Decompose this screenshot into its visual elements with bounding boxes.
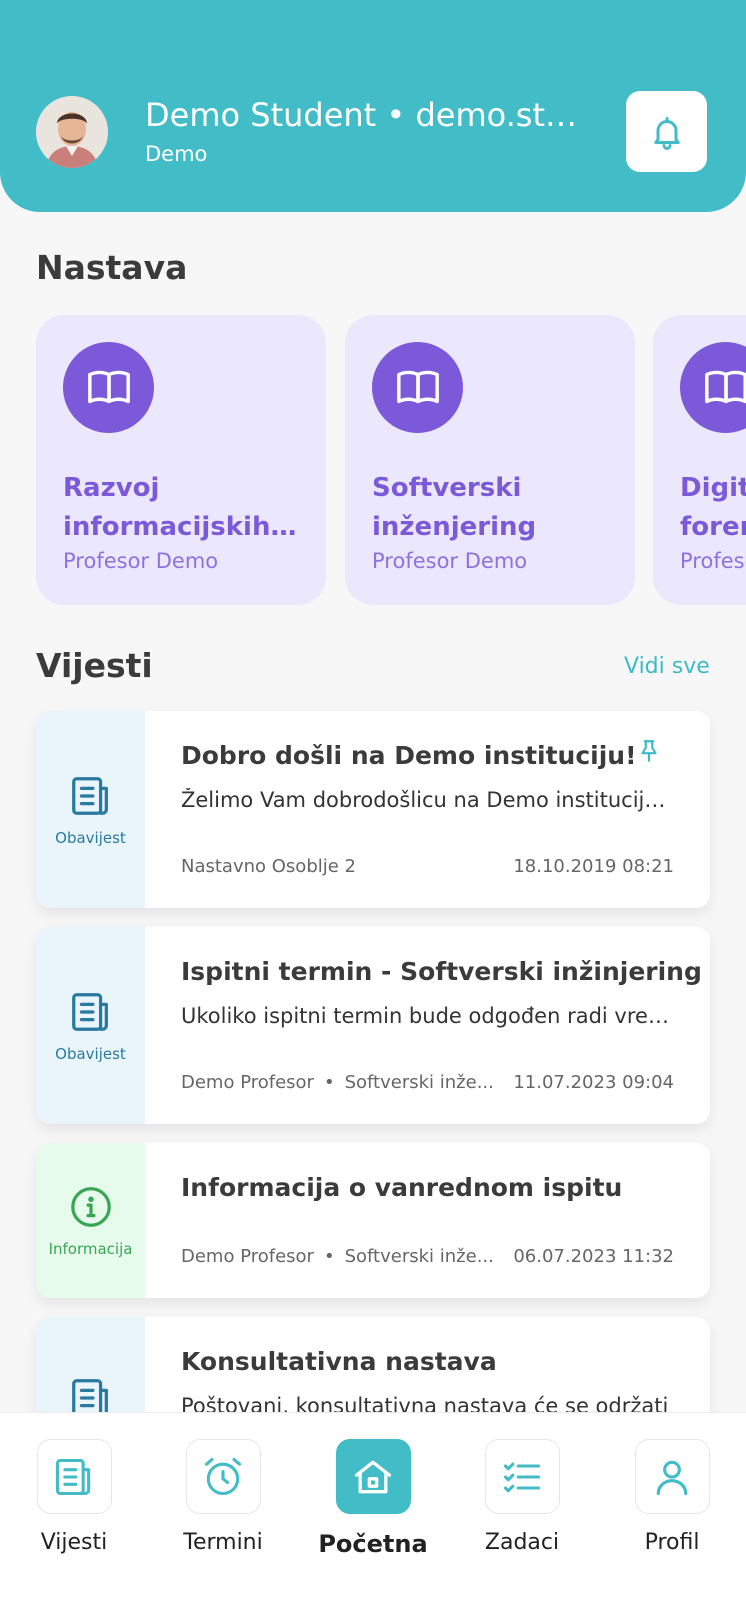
news-card[interactable]: Obavijest Dobro došli na Demo institucij… bbox=[36, 711, 710, 908]
news-date: 06.07.2023 11:32 bbox=[513, 1246, 674, 1267]
book-icon bbox=[87, 370, 130, 403]
pin-icon bbox=[636, 737, 662, 769]
nav-item-zadaci[interactable]: Zadaci bbox=[462, 1439, 582, 1555]
news-type-badge: Obavijest bbox=[36, 711, 145, 908]
newspaper-icon bbox=[71, 992, 108, 1031]
user-name: Demo Student • demo.student@demo bbox=[145, 96, 585, 134]
news-section-title: Vijesti bbox=[36, 646, 153, 685]
news-title: Ispitni termin - Softverski inžinjering bbox=[181, 957, 702, 986]
nav-item-termini[interactable]: Termini bbox=[163, 1439, 283, 1555]
book-icon bbox=[396, 370, 439, 403]
bell-icon bbox=[653, 116, 680, 150]
news-title: Konsultativna nastava bbox=[181, 1347, 497, 1376]
news-snippet: Ukoliko ispitni termin bude odgođen radi… bbox=[181, 1004, 671, 1028]
news-author: Nastavno Osoblje 2 bbox=[181, 856, 356, 877]
news-title: Dobro došli na Demo instituciju! bbox=[181, 741, 637, 770]
nav-item-profil[interactable]: Profil bbox=[612, 1439, 732, 1555]
news-meta: Demo Profesor • Softverski inže... bbox=[181, 1246, 494, 1267]
notifications-button[interactable] bbox=[626, 91, 707, 172]
courses-carousel[interactable]: Razvoj informacijskih sistema Profesor D… bbox=[0, 315, 746, 605]
nav-label: Početna bbox=[318, 1530, 428, 1558]
news-snippet: Želimo Vam dobrodošlicu na Demo instituc… bbox=[181, 788, 671, 812]
course-professor: Profesor Demo bbox=[680, 549, 746, 573]
course-card[interactable]: Razvoj informacijskih sistema Profesor D… bbox=[36, 315, 326, 605]
course-card[interactable]: Softverski inženjering Profesor Demo bbox=[345, 315, 635, 605]
nav-label: Profil bbox=[644, 1530, 700, 1555]
user-icon bbox=[656, 1460, 688, 1495]
info-icon bbox=[70, 1186, 111, 1227]
news-card[interactable]: Obavijest Ispitni termin - Softverski in… bbox=[36, 927, 710, 1124]
book-icon bbox=[704, 370, 746, 403]
nav-item-vijesti[interactable]: Vijesti bbox=[14, 1439, 134, 1555]
news-type-badge: Informacija bbox=[36, 1143, 145, 1298]
see-all-news-link[interactable]: Vidi sve bbox=[624, 654, 710, 679]
nav-label: Vijesti bbox=[40, 1530, 108, 1555]
app-header: Demo Student • demo.student@demo Demo bbox=[0, 0, 746, 212]
avatar[interactable] bbox=[36, 96, 108, 168]
user-institution: Demo bbox=[145, 142, 208, 166]
newspaper-icon bbox=[71, 776, 108, 815]
nav-label: Zadaci bbox=[484, 1530, 560, 1555]
courses-section-title: Nastava bbox=[36, 248, 188, 287]
nav-item-pocetna[interactable]: Početna bbox=[313, 1439, 433, 1558]
news-date: 18.10.2019 08:21 bbox=[513, 856, 674, 877]
course-title: Razvoj informacijskih sistema bbox=[63, 473, 303, 542]
news-meta: Demo Profesor • Softverski inže... bbox=[181, 1072, 494, 1093]
newspaper-icon bbox=[55, 1458, 91, 1495]
course-title: Softverski inženjering bbox=[372, 473, 537, 542]
course-title: Digitalna forenzika bbox=[680, 473, 746, 542]
news-date: 11.07.2023 09:04 bbox=[513, 1072, 674, 1093]
news-card[interactable]: Informacija Informacija o vanrednom ispi… bbox=[36, 1143, 710, 1298]
news-type-badge: Obavijest bbox=[36, 927, 145, 1124]
course-professor: Profesor Demo bbox=[372, 549, 528, 573]
course-card[interactable]: Digitalna forenzika Profesor Demo bbox=[653, 315, 746, 605]
checklist-icon bbox=[503, 1462, 541, 1492]
bottom-navigation: Vijesti Termini Početna Zadaci Profil bbox=[0, 1412, 746, 1600]
news-title: Informacija o vanrednom ispitu bbox=[181, 1173, 623, 1202]
nav-label: Termini bbox=[183, 1530, 263, 1555]
alarm-clock-icon bbox=[204, 1457, 242, 1495]
course-professor: Profesor Demo bbox=[63, 549, 219, 573]
home-icon bbox=[354, 1460, 392, 1493]
